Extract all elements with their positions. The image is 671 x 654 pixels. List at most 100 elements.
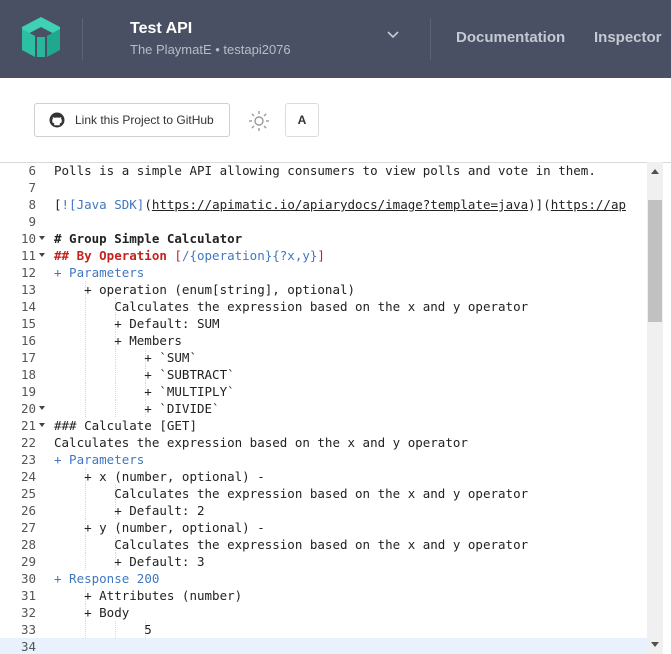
code-line[interactable]: 16 + Members [0, 332, 647, 349]
line-number: 29 [20, 554, 36, 569]
fold-arrow-icon[interactable] [39, 253, 45, 257]
fold-arrow-icon[interactable] [39, 236, 45, 240]
code-line[interactable]: 23 + Parameters [0, 451, 647, 468]
code-line[interactable]: 17 + `SUM` [0, 349, 647, 366]
code-text: # Group Simple Calculator [54, 231, 243, 246]
line-number: 23 [20, 452, 36, 467]
code-text: Calculates the expression based on the x… [54, 299, 529, 314]
code-line[interactable]: 12 + Parameters [0, 264, 647, 281]
line-number: 10 [20, 231, 36, 246]
code-line[interactable]: 6 Polls is a simple API allowing consumer… [0, 162, 647, 179]
nav-documentation[interactable]: Documentation [456, 29, 565, 46]
line-number: 11 [20, 248, 36, 263]
code-text: ### Calculate [GET] [54, 418, 197, 433]
code-text: [![Java SDK](https://apimatic.io/apiaryd… [54, 197, 626, 212]
link-github-label: Link this Project to GitHub [75, 113, 214, 127]
project-subtitle: The PlaymatE • testapi2076 [130, 42, 291, 57]
code-text: + `MULTIPLY` [54, 384, 235, 399]
code-text: + y (number, optional) - [54, 520, 265, 535]
code-line[interactable]: 22 Calculates the expression based on the… [0, 434, 647, 451]
code-text: + Default: 3 [54, 554, 205, 569]
code-line[interactable]: 28 Calculates the expression based on th… [0, 536, 647, 553]
line-number: 14 [20, 299, 36, 314]
code-line[interactable]: 15 + Default: SUM [0, 315, 647, 332]
code-line[interactable]: 13 + operation (enum[string], optional) [0, 281, 647, 298]
fold-arrow-icon[interactable] [39, 423, 45, 427]
code-line[interactable]: 25 Calculates the expression based on th… [0, 485, 647, 502]
header-divider [82, 18, 83, 60]
chevron-down-icon[interactable] [386, 30, 400, 40]
line-number: 21 [20, 418, 36, 433]
code-line[interactable]: 20 + `DIVIDE` [0, 400, 647, 417]
code-line[interactable]: 31 + Attributes (number) [0, 587, 647, 604]
code-line[interactable]: 9 [0, 213, 647, 230]
code-text: Calculates the expression based on the x… [54, 537, 529, 552]
code-line[interactable]: 30 + Response 200 [0, 570, 647, 587]
code-text: + Default: SUM [54, 316, 220, 331]
line-number: 22 [20, 435, 36, 450]
code-editor[interactable]: 6 Polls is a simple API allowing consumer… [0, 162, 671, 654]
code-text: + x (number, optional) - [54, 469, 265, 484]
code-line[interactable]: 14 Calculates the expression based on th… [0, 298, 647, 315]
header-divider [430, 18, 431, 60]
theme-sun-icon[interactable] [248, 110, 270, 132]
code-text: + Default: 2 [54, 503, 205, 518]
apiary-logo-icon[interactable] [22, 17, 60, 57]
code-line[interactable]: 21 ### Calculate [GET] [0, 417, 647, 434]
font-size-button[interactable]: A [285, 103, 319, 137]
code-text: ## By Operation [/{operation}{?x,y}] [54, 248, 325, 263]
link-github-button[interactable]: Link this Project to GitHub [34, 103, 230, 137]
code-text: Calculates the expression based on the x… [54, 435, 468, 450]
line-number: 32 [20, 605, 36, 620]
scrollbar-thumb[interactable] [648, 200, 662, 322]
code-line[interactable]: 26 + Default: 2 [0, 502, 647, 519]
line-number: 6 [28, 163, 36, 178]
code-text: + operation (enum[string], optional) [54, 282, 356, 297]
line-number: 15 [20, 316, 36, 331]
code-line[interactable]: 11 ## By Operation [/{operation}{?x,y}] [0, 247, 647, 264]
line-number: 18 [20, 367, 36, 382]
code-line[interactable]: 29 + Default: 3 [0, 553, 647, 570]
line-number: 8 [28, 197, 36, 212]
code-text: + Attributes (number) [54, 588, 243, 603]
code-text: + Parameters [54, 265, 145, 280]
line-number: 27 [20, 520, 36, 535]
project-title[interactable]: Test API [130, 20, 192, 38]
code-text: + `SUM` [54, 350, 197, 365]
code-text: Polls is a simple API allowing consumers… [54, 163, 596, 178]
code-line[interactable]: 7 [0, 179, 647, 196]
code-text: + Body [54, 605, 130, 620]
code-text: 5 [54, 622, 152, 637]
line-number: 19 [20, 384, 36, 399]
line-number: 26 [20, 503, 36, 518]
code-line[interactable]: 19 + `MULTIPLY` [0, 383, 647, 400]
line-number: 25 [20, 486, 36, 501]
line-number: 28 [20, 537, 36, 552]
github-icon [49, 112, 65, 128]
scroll-down-arrow-icon[interactable] [651, 642, 659, 647]
line-number: 7 [28, 180, 36, 195]
line-number: 17 [20, 350, 36, 365]
code-line[interactable]: 34 [0, 638, 647, 654]
line-number: 9 [28, 214, 36, 229]
code-text: + `SUBTRACT` [54, 367, 235, 382]
line-number: 24 [20, 469, 36, 484]
nav-inspector[interactable]: Inspector [594, 29, 662, 46]
fold-arrow-icon[interactable] [39, 406, 45, 410]
code-text: + Parameters [54, 452, 145, 467]
line-number: 30 [20, 571, 36, 586]
code-text: + Response 200 [54, 571, 160, 586]
code-line[interactable]: 10 # Group Simple Calculator [0, 230, 647, 247]
code-text: + `DIVIDE` [54, 401, 220, 416]
code-line[interactable]: 18 + `SUBTRACT` [0, 366, 647, 383]
code-line[interactable]: 27 + y (number, optional) - [0, 519, 647, 536]
code-text: Calculates the expression based on the x… [54, 486, 529, 501]
code-line[interactable]: 8 [![Java SDK](https://apimatic.io/apiary… [0, 196, 647, 213]
line-number: 34 [20, 639, 36, 654]
code-line[interactable]: 32 + Body [0, 604, 647, 621]
scroll-up-arrow-icon[interactable] [651, 169, 659, 174]
code-line[interactable]: 24 + x (number, optional) - [0, 468, 647, 485]
line-number: 20 [20, 401, 36, 416]
line-number: 13 [20, 282, 36, 297]
code-line[interactable]: 33 5 [0, 621, 647, 638]
